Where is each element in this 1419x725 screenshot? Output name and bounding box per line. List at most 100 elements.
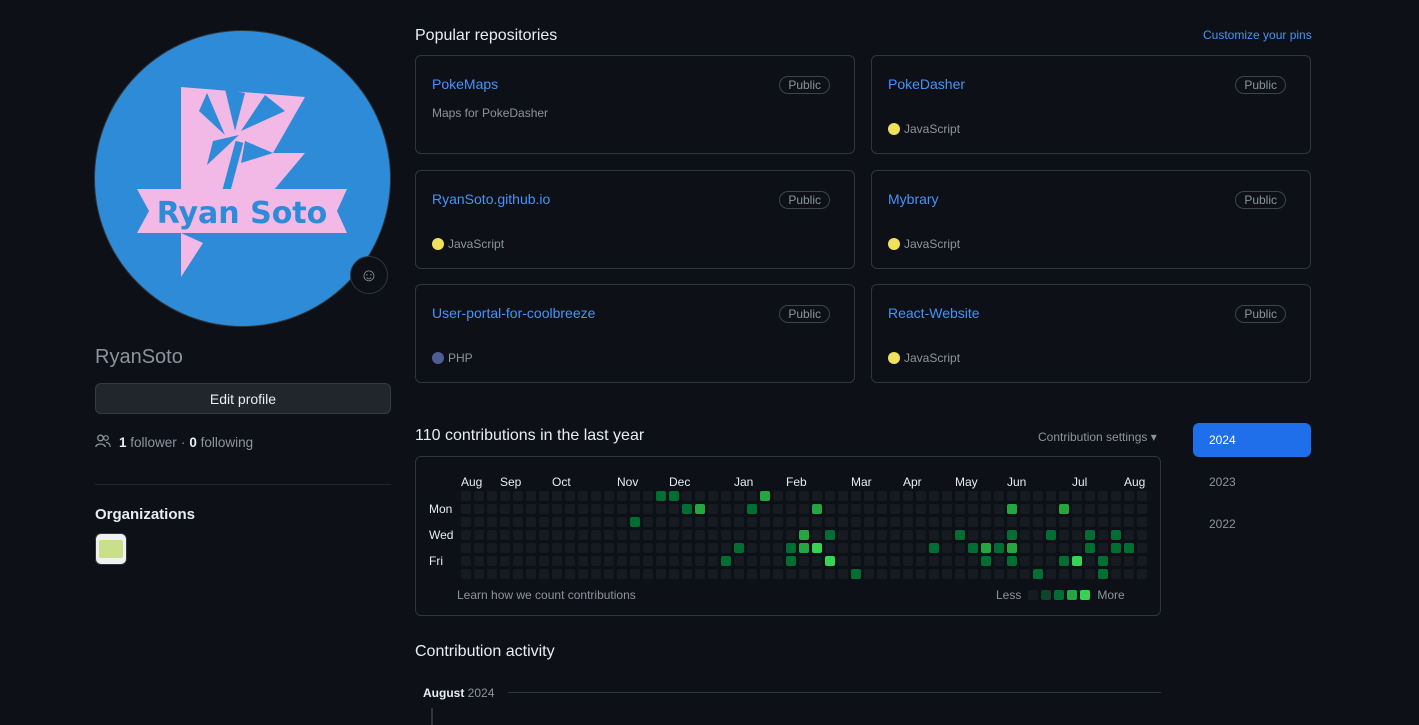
contribution-day[interactable]: [617, 556, 627, 566]
contribution-day[interactable]: [1085, 569, 1095, 579]
contribution-day[interactable]: [799, 530, 809, 540]
contribution-day[interactable]: [500, 569, 510, 579]
contribution-day[interactable]: [526, 530, 536, 540]
contribution-day[interactable]: [669, 491, 679, 501]
contribution-day[interactable]: [994, 543, 1004, 553]
contribution-day[interactable]: [487, 504, 497, 514]
contribution-day[interactable]: [643, 504, 653, 514]
contribution-day[interactable]: [1098, 517, 1108, 527]
contribution-day[interactable]: [617, 569, 627, 579]
repo-name-link[interactable]: React-Website: [888, 305, 980, 321]
contribution-day[interactable]: [968, 530, 978, 540]
contribution-day[interactable]: [1098, 530, 1108, 540]
edit-profile-button[interactable]: Edit profile: [95, 383, 391, 414]
contribution-day[interactable]: [825, 491, 835, 501]
contribution-day[interactable]: [1020, 569, 1030, 579]
contribution-day[interactable]: [474, 556, 484, 566]
contribution-day[interactable]: [1111, 543, 1121, 553]
contribution-day[interactable]: [1072, 504, 1082, 514]
contribution-day[interactable]: [890, 504, 900, 514]
contribution-day[interactable]: [1072, 530, 1082, 540]
contribution-day[interactable]: [929, 569, 939, 579]
contribution-day[interactable]: [1137, 504, 1147, 514]
contribution-day[interactable]: [643, 556, 653, 566]
contribution-day[interactable]: [903, 543, 913, 553]
contribution-day[interactable]: [604, 491, 614, 501]
contribution-day[interactable]: [617, 491, 627, 501]
contribution-day[interactable]: [812, 556, 822, 566]
contribution-day[interactable]: [942, 530, 952, 540]
repo-name-link[interactable]: PokeDasher: [888, 76, 965, 92]
contribution-day[interactable]: [1085, 556, 1095, 566]
contribution-day[interactable]: [539, 504, 549, 514]
contribution-day[interactable]: [643, 569, 653, 579]
contribution-day[interactable]: [916, 517, 926, 527]
year-2024-button[interactable]: 2024: [1193, 423, 1311, 457]
contribution-day[interactable]: [968, 491, 978, 501]
contribution-day[interactable]: [656, 491, 666, 501]
contribution-day[interactable]: [721, 530, 731, 540]
contribution-day[interactable]: [1085, 504, 1095, 514]
contribution-day[interactable]: [877, 543, 887, 553]
contribution-day[interactable]: [864, 491, 874, 501]
contribution-day[interactable]: [1033, 543, 1043, 553]
contribution-day[interactable]: [1085, 530, 1095, 540]
set-status-button[interactable]: ☺: [350, 256, 388, 294]
contribution-day[interactable]: [981, 556, 991, 566]
contribution-day[interactable]: [578, 543, 588, 553]
contribution-day[interactable]: [1137, 569, 1147, 579]
contribution-day[interactable]: [669, 517, 679, 527]
contribution-day[interactable]: [890, 517, 900, 527]
contribution-day[interactable]: [617, 504, 627, 514]
contribution-day[interactable]: [994, 491, 1004, 501]
contribution-day[interactable]: [708, 569, 718, 579]
contribution-day[interactable]: [1111, 504, 1121, 514]
contribution-day[interactable]: [461, 530, 471, 540]
contribution-day[interactable]: [734, 504, 744, 514]
contribution-day[interactable]: [487, 556, 497, 566]
contribution-day[interactable]: [565, 556, 575, 566]
contribution-day[interactable]: [747, 517, 757, 527]
contribution-day[interactable]: [994, 556, 1004, 566]
repo-name-link[interactable]: Mybrary: [888, 191, 939, 207]
contribution-day[interactable]: [838, 491, 848, 501]
contribution-day[interactable]: [461, 556, 471, 566]
contribution-day[interactable]: [552, 504, 562, 514]
contribution-day[interactable]: [825, 569, 835, 579]
contribution-day[interactable]: [1137, 556, 1147, 566]
contribution-day[interactable]: [838, 517, 848, 527]
contribution-day[interactable]: [825, 517, 835, 527]
contribution-day[interactable]: [903, 530, 913, 540]
contribution-day[interactable]: [1059, 543, 1069, 553]
contribution-day[interactable]: [955, 491, 965, 501]
contribution-day[interactable]: [890, 556, 900, 566]
contribution-day[interactable]: [864, 517, 874, 527]
contribution-day[interactable]: [656, 504, 666, 514]
contribution-day[interactable]: [1059, 530, 1069, 540]
contribution-day[interactable]: [851, 491, 861, 501]
contribution-day[interactable]: [916, 569, 926, 579]
contribution-day[interactable]: [630, 543, 640, 553]
contribution-day[interactable]: [760, 504, 770, 514]
contribution-day[interactable]: [760, 556, 770, 566]
contribution-day[interactable]: [994, 530, 1004, 540]
contribution-day[interactable]: [500, 504, 510, 514]
contribution-day[interactable]: [1046, 530, 1056, 540]
contribution-day[interactable]: [773, 543, 783, 553]
contribution-day[interactable]: [1007, 569, 1017, 579]
contribution-day[interactable]: [513, 569, 523, 579]
contribution-day[interactable]: [955, 530, 965, 540]
contribution-day[interactable]: [916, 543, 926, 553]
contribution-day[interactable]: [1007, 504, 1017, 514]
contribution-day[interactable]: [838, 530, 848, 540]
contribution-day[interactable]: [630, 517, 640, 527]
contribution-day[interactable]: [773, 491, 783, 501]
avatar[interactable]: Ryan Soto: [94, 30, 391, 327]
contribution-day[interactable]: [539, 530, 549, 540]
contribution-day[interactable]: [526, 517, 536, 527]
contribution-day[interactable]: [1020, 543, 1030, 553]
contribution-day[interactable]: [721, 556, 731, 566]
contribution-day[interactable]: [1124, 517, 1134, 527]
contribution-day[interactable]: [461, 504, 471, 514]
contribution-day[interactable]: [916, 530, 926, 540]
